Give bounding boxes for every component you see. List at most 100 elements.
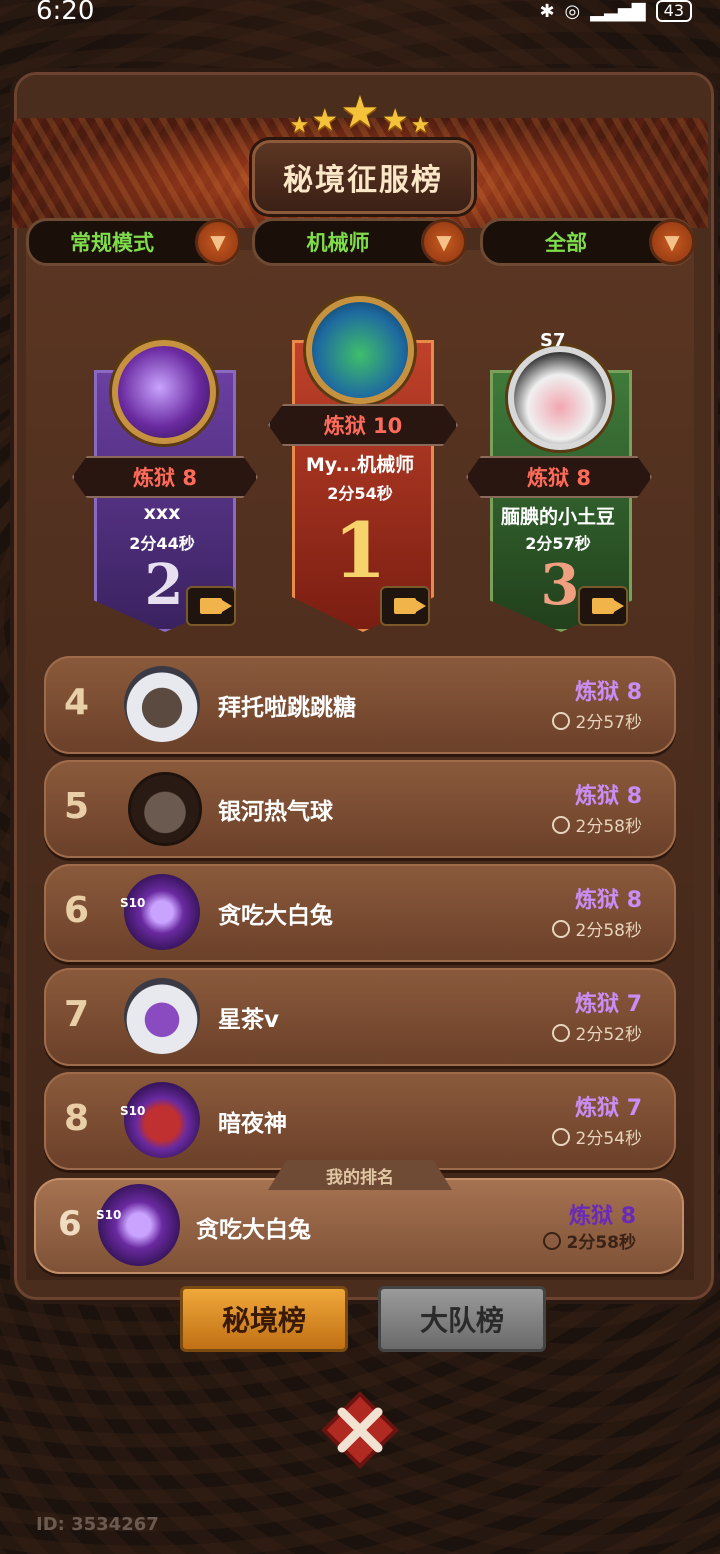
season-badge: S7 <box>540 330 566 351</box>
row-time-value: 2分54秒 <box>575 1129 642 1149</box>
row-name: 拜托啦跳跳糖 <box>218 695 356 721</box>
my-rank-row[interactable]: 6 S10 贪吃大白兔 炼狱 8 2分58秒 <box>34 1178 684 1274</box>
row-rank: 4 <box>64 682 90 723</box>
podium-third-name: 腼腆的小土豆 <box>500 506 615 528</box>
star-icon: ★ <box>311 103 339 138</box>
podium-first-level: 炼狱 10 <box>268 404 458 446</box>
podium-second-name: xxx <box>143 502 181 524</box>
podium-first-name: My...机械师 <box>305 454 415 476</box>
filter-class-dropdown[interactable]: 机械师 ▼ <box>252 218 467 266</box>
podium-first-time: 2分54秒 <box>327 484 393 503</box>
row-time: 2分58秒 <box>551 812 642 837</box>
clock-icon <box>551 815 570 834</box>
my-rank-label: 我的排名 <box>268 1160 452 1190</box>
clock-icon <box>551 1023 570 1042</box>
row-rank: 8 <box>64 1098 90 1139</box>
filter-scope-dropdown[interactable]: 全部 ▼ <box>480 218 695 266</box>
my-rank-time: 2分58秒 <box>542 1228 637 1253</box>
row-name: 星茶v <box>218 1007 279 1033</box>
row-rank: 7 <box>64 994 90 1035</box>
row-level: 炼狱 8 <box>575 784 642 809</box>
avatar <box>124 978 200 1054</box>
title-plate: 秘境征服榜 <box>252 140 474 214</box>
row-level: 炼狱 8 <box>575 888 642 913</box>
filter-scope-label: 全部 <box>545 231 587 255</box>
battery-icon: 43 <box>655 0 692 22</box>
status-time: 6:20 <box>36 0 95 26</box>
list-item[interactable]: 6 S10 贪吃大白兔 炼狱 8 2分58秒 <box>44 864 676 962</box>
tab-secret-realm[interactable]: 秘境榜 <box>180 1286 348 1352</box>
avatar <box>508 346 612 450</box>
video-camera-icon <box>200 598 232 614</box>
chevron-down-icon[interactable]: ▼ <box>421 219 467 265</box>
row-time-value: 2分52秒 <box>575 1025 642 1045</box>
list-item[interactable]: 4 拜托啦跳跳糖 炼狱 8 2分57秒 <box>44 656 676 754</box>
my-rank-name: 贪吃大白兔 <box>196 1217 311 1243</box>
avatar <box>112 340 216 444</box>
podium-first-rank: 1 <box>333 506 387 595</box>
avatar <box>124 1082 200 1158</box>
my-rank-time-value: 2分58秒 <box>566 1233 637 1253</box>
filter-mode-dropdown[interactable]: 常规模式 ▼ <box>26 218 241 266</box>
filter-mode-label: 常规模式 <box>70 231 154 255</box>
row-time-value: 2分58秒 <box>575 921 642 941</box>
star-icon: ★ <box>381 103 409 138</box>
filter-class-label: 机械师 <box>306 231 370 255</box>
row-time: 2分57秒 <box>551 708 642 733</box>
video-camera-icon <box>394 598 426 614</box>
close-icon <box>321 1391 399 1469</box>
status-bar: 6:20 ✱ ◎ ▂▃▅▇ 43 <box>0 0 720 26</box>
row-name: 银河热气球 <box>218 799 333 825</box>
row-time: 2分58秒 <box>551 916 642 941</box>
podium-second-level: 炼狱 8 <box>72 456 258 498</box>
replay-video-button[interactable] <box>578 586 628 626</box>
row-level: 炼狱 7 <box>575 992 642 1017</box>
signal-icon: ▂▃▅▇ <box>590 0 646 22</box>
wifi-icon: ◎ <box>564 0 581 22</box>
row-time: 2分54秒 <box>551 1124 642 1149</box>
clock-icon <box>542 1231 561 1250</box>
list-item[interactable]: 7 星茶v 炼狱 7 2分52秒 <box>44 968 676 1066</box>
clock-icon <box>551 919 570 938</box>
my-rank-level: 炼狱 8 <box>569 1204 636 1229</box>
podium-second-rank: 2 <box>144 552 184 618</box>
row-name: 贪吃大白兔 <box>218 903 333 929</box>
star-icon: ★ <box>410 113 431 138</box>
star-icon: ★ <box>340 87 380 138</box>
chevron-down-icon[interactable]: ▼ <box>649 219 695 265</box>
list-item[interactable]: 5 银河热气球 炼狱 8 2分58秒 <box>44 760 676 858</box>
video-camera-icon <box>592 598 624 614</box>
page-title: 秘境征服榜 <box>283 163 443 198</box>
close-button[interactable] <box>320 1390 400 1470</box>
avatar <box>98 1184 180 1266</box>
avatar <box>124 666 200 742</box>
my-rank-number: 6 <box>58 1204 82 1244</box>
row-level: 炼狱 8 <box>575 680 642 705</box>
podium-third-level: 炼狱 8 <box>466 456 652 498</box>
row-level: 炼狱 7 <box>575 1096 642 1121</box>
avatar <box>306 296 414 404</box>
row-name: 暗夜神 <box>218 1111 287 1137</box>
replay-video-button[interactable] <box>186 586 236 626</box>
row-time-value: 2分58秒 <box>575 817 642 837</box>
season-badge: S10 <box>120 1104 146 1118</box>
list-item[interactable]: 8 S10 暗夜神 炼狱 7 2分54秒 <box>44 1072 676 1170</box>
bluetooth-icon: ✱ <box>539 0 555 22</box>
star-icon: ★ <box>289 113 310 138</box>
avatar <box>124 874 200 950</box>
row-time: 2分52秒 <box>551 1020 642 1045</box>
season-badge: S10 <box>96 1208 122 1222</box>
podium-third-time: 2分57秒 <box>525 534 591 553</box>
clock-icon <box>551 1127 570 1146</box>
replay-video-button[interactable] <box>380 586 430 626</box>
tab-squad[interactable]: 大队榜 <box>378 1286 546 1352</box>
stars-decoration: ★ ★ ★ ★ ★ <box>270 87 450 138</box>
podium-second-time: 2分44秒 <box>129 534 195 553</box>
chevron-down-icon[interactable]: ▼ <box>195 219 241 265</box>
row-rank: 5 <box>64 786 90 827</box>
user-id: ID: 3534267 <box>36 1514 159 1535</box>
status-icons: ✱ ◎ ▂▃▅▇ 43 <box>539 0 692 22</box>
avatar <box>128 772 202 846</box>
season-badge: S10 <box>120 896 146 910</box>
row-rank: 6 <box>64 890 90 931</box>
